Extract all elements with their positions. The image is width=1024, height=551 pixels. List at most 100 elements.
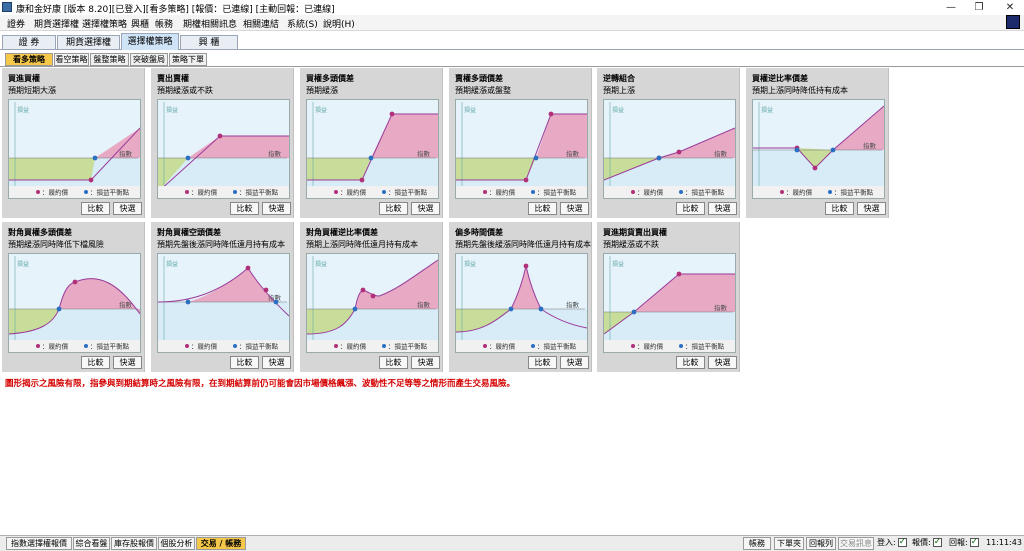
- y-axis-label: 損益: [464, 106, 476, 114]
- strategy-subtitle: 預期上漲: [603, 86, 635, 95]
- payoff-diagram: 損益 指數 ：履約價 ：損益平衡點: [8, 99, 141, 199]
- compare-button[interactable]: 比較: [230, 202, 259, 215]
- breakeven-point: [273, 299, 279, 305]
- tab-strategy-order[interactable]: 策略下單: [169, 53, 207, 66]
- payoff-diagram: 損益 指數 ：履約價 ：損益平衡點: [306, 99, 439, 199]
- quick-select-button[interactable]: 快選: [113, 356, 142, 369]
- menu-emerging[interactable]: 興櫃: [131, 17, 149, 30]
- quick-select-button[interactable]: 快選: [560, 356, 589, 369]
- strategy-title: 對角買權逆比率價差: [306, 228, 378, 237]
- menu-futures-options[interactable]: 期貨選擇權: [34, 17, 79, 30]
- order-folder-button[interactable]: 下單夾: [774, 537, 804, 550]
- compare-button[interactable]: 比較: [379, 202, 408, 215]
- bottom-tab-stock-quotes[interactable]: 庫存股報價: [111, 537, 157, 550]
- tab-consolidation[interactable]: 盤整策略: [90, 53, 129, 66]
- legend-breakeven-label: ：損益平衡點: [388, 188, 428, 197]
- strategy-title: 逆轉組合: [603, 74, 635, 83]
- compare-button[interactable]: 比較: [230, 356, 259, 369]
- loss-area: [9, 158, 95, 180]
- menu-option-strategy[interactable]: 選擇權策略: [82, 17, 127, 30]
- compare-button[interactable]: 比較: [528, 356, 557, 369]
- quick-select-button[interactable]: 快選: [113, 202, 142, 215]
- menu-info[interactable]: 期權相關訊息: [183, 17, 237, 30]
- compare-button[interactable]: 比較: [676, 202, 705, 215]
- tab-bullish[interactable]: 看多策略: [5, 53, 53, 66]
- strategy-card[interactable]: 買權逆比率價差 預期上漲同時降低持有成本 損益 指數 ：履約價 ：損益平衡點 比較 快選: [746, 68, 889, 218]
- strategy-card[interactable]: 逆轉組合 預期上漲 損益 指數 ：履約價 ：損益平衡點 比較 快選: [597, 68, 740, 218]
- legend-breakeven-marker: [84, 344, 88, 348]
- payoff-chart: 損益指數：履約價 ：損益平衡點: [9, 254, 140, 352]
- y-axis-label: 損益: [17, 106, 29, 114]
- report-bar-button[interactable]: 回報列: [806, 537, 836, 550]
- strategy-subtitle: 預期先盤後緩漲同時降低遠月持有成本: [455, 240, 591, 249]
- trade-info-button[interactable]: 交易訊息: [838, 537, 874, 550]
- compare-button[interactable]: 比較: [81, 202, 110, 215]
- tab-emerging[interactable]: 興 櫃: [180, 35, 238, 49]
- bottom-tab-overview[interactable]: 綜合看盤: [73, 537, 110, 550]
- compare-button[interactable]: 比較: [825, 202, 854, 215]
- tab-futures-options[interactable]: 期貨選擇權: [57, 35, 120, 49]
- menu-links[interactable]: 相關連結: [243, 17, 279, 30]
- breakeven-point: [185, 155, 191, 161]
- strategy-card[interactable]: 買進買權 預期短期大漲 損益 指數 ：履約價 ：損益平衡點 比較 快選: [2, 68, 145, 218]
- quick-select-button[interactable]: 快選: [708, 202, 737, 215]
- y-axis-label: 損益: [612, 260, 624, 268]
- quick-select-button[interactable]: 快選: [411, 356, 440, 369]
- minimize-button[interactable]: —: [937, 0, 965, 15]
- compare-button[interactable]: 比較: [676, 356, 705, 369]
- legend-strike-label: ：履約價: [191, 188, 218, 197]
- payoff-chart: 損益指數：履約價 ：損益平衡點: [158, 254, 289, 352]
- quick-select-button[interactable]: 快選: [262, 356, 291, 369]
- strategy-card[interactable]: 買進期貨賣出買權 預期緩漲或不跌 損益 指數 ：履約價 ：損益平衡點 比較 快選: [597, 222, 740, 372]
- quick-select-button[interactable]: 快選: [708, 356, 737, 369]
- strategy-title: 賣出賣權: [157, 74, 189, 83]
- y-axis-label: 損益: [315, 260, 327, 268]
- compare-button[interactable]: 比較: [528, 202, 557, 215]
- legend-strike-marker: [185, 190, 189, 194]
- y-axis-label: 損益: [464, 260, 476, 268]
- tab-breakout[interactable]: 突破盤局: [130, 53, 168, 66]
- account-button[interactable]: 帳務: [743, 537, 771, 550]
- quick-select-button[interactable]: 快選: [857, 202, 886, 215]
- strategy-card[interactable]: 對角買權多頭價差 預期緩漲同時降低下檔風險 損益 指數 ：履約價 ：損益平衡點 比較 快選: [2, 222, 145, 372]
- payoff-diagram: 損益 指數 ：履約價 ：損益平衡點: [306, 253, 439, 353]
- strategy-card[interactable]: 賣權多頭價差 預期緩漲或盤整 損益 指數 ：履約價 ：損益平衡點 比較 快選: [449, 68, 592, 218]
- legend-strike-label: ：履約價: [191, 342, 218, 351]
- bottom-tab-index-options[interactable]: 指數選擇權報價: [6, 537, 72, 550]
- strike-point: [523, 177, 529, 183]
- menu-help[interactable]: 說明(H): [323, 17, 355, 30]
- strategy-title: 賣權多頭價差: [455, 74, 503, 83]
- strategy-card[interactable]: 偏多時間價差 預期先盤後緩漲同時降低遠月持有成本 損益 指數 ：履約價 ：損益平衡點 比較快…: [449, 222, 592, 372]
- strategy-card[interactable]: 賣出賣權 預期緩漲或不跌 損益 指數 ：履約價 ：損益平衡點 比較 快選: [151, 68, 294, 218]
- strike-point: [676, 149, 682, 155]
- tab-securities[interactable]: 證 券: [2, 35, 56, 49]
- legend-strike-label: ：履約價: [786, 188, 813, 197]
- tab-option-strategy[interactable]: 選擇權策略: [121, 33, 179, 50]
- quick-select-button[interactable]: 快選: [262, 202, 291, 215]
- strike-point: [88, 177, 94, 183]
- tab-bearish[interactable]: 看空策略: [54, 53, 89, 66]
- menu-system[interactable]: 系統(S): [287, 17, 318, 30]
- bottom-tab-stock-analysis[interactable]: 個股分析: [158, 537, 195, 550]
- quick-select-button[interactable]: 快選: [411, 202, 440, 215]
- menu-securities[interactable]: 證券: [7, 17, 25, 30]
- menu-account[interactable]: 帳務: [155, 17, 173, 30]
- strategy-card[interactable]: 對角買權空頭價差 預期先盤後漲同時降低遠月持有成本 損益 指數 ：履約價 ：損益平衡點 比較…: [151, 222, 294, 372]
- quick-select-button[interactable]: 快選: [560, 202, 589, 215]
- strike-point: [389, 111, 395, 117]
- x-axis-label: 指數: [714, 303, 728, 312]
- maximize-button[interactable]: ❐: [965, 0, 993, 15]
- bottom-tab-trading[interactable]: 交易 / 帳務: [196, 537, 246, 550]
- compare-button[interactable]: 比較: [81, 356, 110, 369]
- strike-point: [676, 271, 682, 277]
- strategy-card[interactable]: 買權多頭價差 預期緩漲 損益 指數 ：履約價 ：損益平衡點 比較 快選: [300, 68, 443, 218]
- legend-breakeven-marker: [531, 190, 535, 194]
- payoff-chart: 損益指數：履約價 ：損益平衡點: [456, 100, 587, 198]
- y-axis-label: 損益: [612, 106, 624, 114]
- payoff-chart: 損益指數：履約價 ：損益平衡點: [9, 100, 140, 198]
- close-button[interactable]: ✕: [996, 0, 1024, 15]
- payoff-diagram: 損益 指數 ：履約價 ：損益平衡點: [752, 99, 885, 199]
- strategy-card[interactable]: 對角買權逆比率價差 預期上漲同時降低遠月持有成本 損益 指數 ：履約價 ：損益平衡點 比較快…: [300, 222, 443, 372]
- compare-button[interactable]: 比較: [379, 356, 408, 369]
- y-axis-label: 損益: [166, 106, 178, 114]
